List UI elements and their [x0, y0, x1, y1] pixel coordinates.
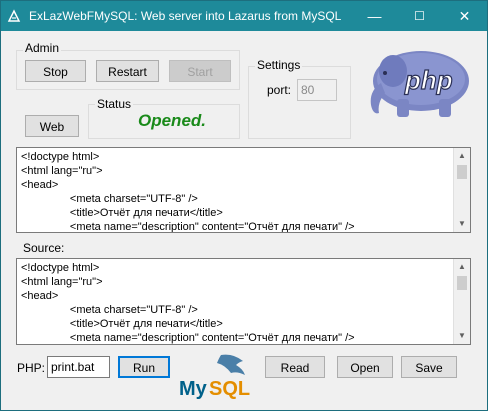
output-line: <!doctype html> — [21, 151, 100, 163]
read-button[interactable]: Read — [265, 356, 325, 378]
port-label: port: — [267, 83, 292, 97]
scroll-up-arrow-icon[interactable]: ▲ — [454, 259, 470, 275]
output-memo-scrollbar[interactable]: ▲ ▼ — [453, 148, 470, 232]
php-label: PHP: — [17, 361, 46, 375]
open-button[interactable]: Open — [337, 356, 393, 378]
port-field[interactable]: 80 — [297, 79, 337, 101]
start-button[interactable]: Start — [169, 60, 231, 82]
source-memo-scrollbar[interactable]: ▲ ▼ — [453, 259, 470, 344]
settings-group — [248, 66, 351, 139]
settings-group-label: Settings — [255, 58, 303, 72]
run-button[interactable]: Run — [118, 356, 170, 378]
mysql-logo-my: My — [179, 378, 208, 400]
save-button[interactable]: Save — [401, 356, 457, 378]
minimize-button[interactable]: — — [352, 1, 397, 31]
window-title: ExLazWebFMySQL: Web server into Lazarus … — [29, 9, 342, 23]
source-line: <meta charset="UTF-8" /> — [21, 304, 198, 316]
source-memo[interactable]: <!doctype html> <html lang="ru"> <head> … — [16, 258, 471, 345]
status-value: Opened. — [138, 111, 207, 130]
output-line: <html lang="ru"> — [21, 165, 103, 177]
status-group-label: Status — [95, 97, 134, 111]
scroll-down-arrow-icon[interactable]: ▼ — [454, 328, 470, 344]
scroll-thumb[interactable] — [457, 276, 467, 290]
maximize-button[interactable]: ☐ — [397, 1, 442, 31]
output-line: <title>Отчёт для печати</title> — [21, 207, 223, 219]
php-logo-text: php — [404, 65, 453, 95]
php-script-field[interactable]: print.bat — [47, 356, 110, 378]
source-line: <head> — [21, 290, 59, 302]
stop-button[interactable]: Stop — [25, 60, 86, 82]
source-line: <html lang="ru"> — [21, 276, 103, 288]
app-window: ExLazWebFMySQL: Web server into Lazarus … — [0, 0, 488, 411]
restart-button[interactable]: Restart — [96, 60, 159, 82]
mysql-dolphin-logo: My SQL — [179, 354, 250, 400]
output-memo[interactable]: <!doctype html> <html lang="ru"> <head> … — [16, 147, 471, 233]
source-line: <title>Отчёт для печати</title> — [21, 318, 223, 330]
source-line: <!doctype html> — [21, 262, 100, 274]
mysql-logo-sql: SQL — [209, 378, 250, 400]
close-button[interactable]: ✕ — [442, 1, 487, 31]
source-label: Source: — [23, 241, 65, 255]
scroll-up-arrow-icon[interactable]: ▲ — [454, 148, 470, 164]
output-line: <meta charset="UTF-8" /> — [21, 193, 198, 205]
web-button[interactable]: Web — [25, 115, 79, 137]
source-memo-text: <!doctype html> <html lang="ru"> <head> … — [17, 259, 470, 344]
output-line: <head> — [21, 179, 59, 191]
title-bar[interactable]: ExLazWebFMySQL: Web server into Lazarus … — [1, 1, 487, 31]
php-elephant-logo: php — [370, 51, 469, 117]
output-memo-text: <!doctype html> <html lang="ru"> <head> … — [17, 148, 470, 233]
lazarus-app-icon — [7, 9, 21, 22]
admin-group-label: Admin — [23, 41, 62, 55]
output-line: <meta name="description" content="Отчёт … — [21, 221, 355, 233]
source-line: <meta name="description" content="Отчёт … — [21, 332, 355, 344]
scroll-thumb[interactable] — [457, 165, 467, 179]
scroll-down-arrow-icon[interactable]: ▼ — [454, 216, 470, 232]
